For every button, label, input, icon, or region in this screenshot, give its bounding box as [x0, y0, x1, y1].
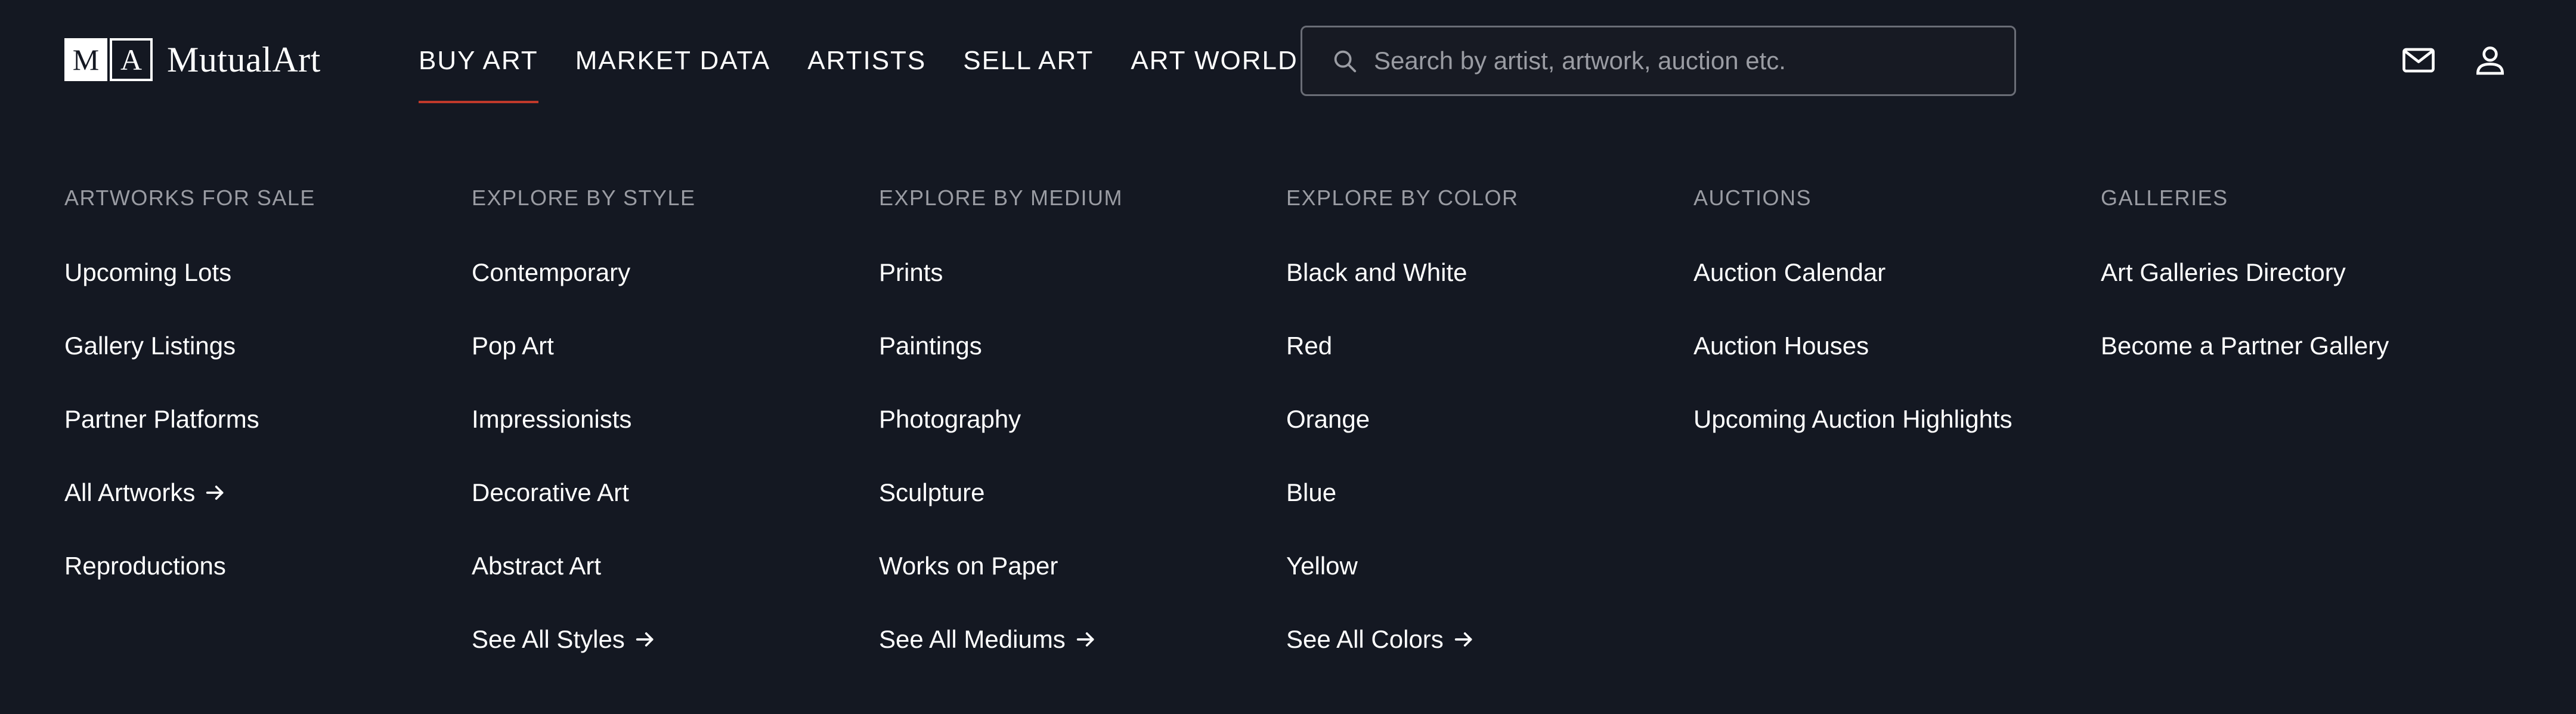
link-label: Reproductions — [64, 552, 226, 580]
menu-link-paintings[interactable]: Paintings — [879, 326, 1286, 366]
link-label: Works on Paper — [879, 552, 1058, 580]
menu-link-auction-calendar[interactable]: Auction Calendar — [1693, 253, 2101, 292]
logo-box-a: A — [110, 38, 153, 81]
search-input[interactable] — [1373, 36, 2014, 85]
menu-column-artworks-for-sale: ARTWORKS FOR SALE Upcoming Lots Gallery … — [64, 179, 472, 693]
link-label: Decorative Art — [472, 478, 629, 506]
menu-link-see-all-mediums[interactable]: See All Mediums — [879, 620, 1286, 659]
menu-link-red[interactable]: Red — [1286, 326, 1693, 366]
menu-column-galleries: GALLERIES Art Galleries Directory Become… — [2101, 179, 2508, 693]
nav-item-sell-art[interactable]: SELL ART — [963, 43, 1094, 103]
link-label: Blue — [1286, 478, 1337, 506]
logo[interactable]: M A MutualArt — [64, 38, 321, 81]
menu-link-gallery-listings[interactable]: Gallery Listings — [64, 326, 472, 366]
menu-column-auctions: AUCTIONS Auction Calendar Auction Houses… — [1693, 179, 2101, 693]
site-header: M A MutualArt BUY ART MARKET DATA ARTIST… — [0, 0, 2576, 125]
column-heading: EXPLORE BY STYLE — [472, 186, 696, 210]
menu-link-photography[interactable]: Photography — [879, 400, 1286, 439]
main-nav: BUY ART MARKET DATA ARTISTS SELL ART ART… — [419, 43, 1335, 103]
link-label: Impressionists — [472, 405, 632, 433]
link-label: Partner Platforms — [64, 405, 259, 433]
link-label: Yellow — [1286, 552, 1358, 580]
link-label: Upcoming Auction Highlights — [1693, 405, 2012, 433]
menu-link-partner-platforms[interactable]: Partner Platforms — [64, 400, 472, 439]
menu-link-art-galleries-directory[interactable]: Art Galleries Directory — [2101, 253, 2508, 292]
menu-link-auction-houses[interactable]: Auction Houses — [1693, 326, 2101, 366]
menu-link-prints[interactable]: Prints — [879, 253, 1286, 292]
menu-link-reproductions[interactable]: Reproductions — [64, 546, 472, 586]
menu-column-explore-by-medium: EXPLORE BY MEDIUM Prints Paintings Photo… — [879, 179, 1286, 693]
link-label: Sculpture — [879, 478, 985, 506]
menu-link-see-all-styles[interactable]: See All Styles — [472, 620, 879, 659]
arrow-right-icon — [1074, 628, 1098, 651]
mail-icon[interactable] — [2399, 41, 2438, 80]
link-label: Become a Partner Gallery — [2101, 332, 2389, 360]
arrow-right-icon — [633, 628, 657, 651]
menu-link-impressionists[interactable]: Impressionists — [472, 400, 879, 439]
link-label: Black and White — [1286, 258, 1467, 286]
column-heading: ARTWORKS FOR SALE — [64, 186, 315, 210]
menu-link-blue[interactable]: Blue — [1286, 473, 1693, 512]
link-label: Orange — [1286, 405, 1370, 433]
column-heading: EXPLORE BY COLOR — [1286, 186, 1519, 210]
menu-link-yellow[interactable]: Yellow — [1286, 546, 1693, 586]
arrow-right-icon — [203, 481, 227, 505]
link-label: Auction Houses — [1693, 332, 1869, 360]
menu-link-all-artworks[interactable]: All Artworks — [64, 473, 472, 512]
link-label: See All Colors — [1286, 625, 1444, 653]
column-heading: AUCTIONS — [1693, 186, 1812, 210]
logo-box-m: M — [64, 38, 107, 81]
menu-link-pop-art[interactable]: Pop Art — [472, 326, 879, 366]
link-label: Abstract Art — [472, 552, 602, 580]
menu-link-upcoming-auction-highlights[interactable]: Upcoming Auction Highlights — [1693, 400, 2101, 439]
link-label: See All Styles — [472, 625, 625, 653]
search-icon — [1331, 47, 1358, 75]
menu-link-orange[interactable]: Orange — [1286, 400, 1693, 439]
menu-column-explore-by-style: EXPLORE BY STYLE Contemporary Pop Art Im… — [472, 179, 879, 693]
menu-link-black-and-white[interactable]: Black and White — [1286, 253, 1693, 292]
nav-item-artists[interactable]: ARTISTS — [807, 43, 926, 103]
menu-link-works-on-paper[interactable]: Works on Paper — [879, 546, 1286, 586]
search-box[interactable] — [1301, 26, 2016, 96]
link-label: Art Galleries Directory — [2101, 258, 2346, 286]
mega-menu: ARTWORKS FOR SALE Upcoming Lots Gallery … — [64, 179, 2508, 693]
menu-link-decorative-art[interactable]: Decorative Art — [472, 473, 879, 512]
nav-item-buy-art[interactable]: BUY ART — [419, 43, 538, 103]
menu-link-see-all-colors[interactable]: See All Colors — [1286, 620, 1693, 659]
link-label: Contemporary — [472, 258, 631, 286]
column-heading: GALLERIES — [2101, 186, 2228, 210]
link-label: Auction Calendar — [1693, 258, 1886, 286]
menu-column-explore-by-color: EXPLORE BY COLOR Black and White Red Ora… — [1286, 179, 1693, 693]
column-heading: EXPLORE BY MEDIUM — [879, 186, 1123, 210]
menu-link-contemporary[interactable]: Contemporary — [472, 253, 879, 292]
link-label: Prints — [879, 258, 943, 286]
menu-link-become-a-partner-gallery[interactable]: Become a Partner Gallery — [2101, 326, 2508, 366]
link-label: Photography — [879, 405, 1021, 433]
nav-item-market-data[interactable]: MARKET DATA — [575, 43, 771, 103]
link-label: Paintings — [879, 332, 982, 360]
menu-link-upcoming-lots[interactable]: Upcoming Lots — [64, 253, 472, 292]
menu-link-sculpture[interactable]: Sculpture — [879, 473, 1286, 512]
user-icon[interactable] — [2470, 41, 2510, 80]
link-label: All Artworks — [64, 478, 196, 506]
link-label: Red — [1286, 332, 1333, 360]
nav-item-art-world[interactable]: ART WORLD — [1131, 43, 1298, 103]
arrow-right-icon — [1452, 628, 1476, 651]
menu-link-abstract-art[interactable]: Abstract Art — [472, 546, 879, 586]
logo-wordmark: MutualArt — [167, 39, 321, 79]
link-label: Pop Art — [472, 332, 554, 360]
link-label: Gallery Listings — [64, 332, 236, 360]
link-label: See All Mediums — [879, 625, 1066, 653]
link-label: Upcoming Lots — [64, 258, 232, 286]
